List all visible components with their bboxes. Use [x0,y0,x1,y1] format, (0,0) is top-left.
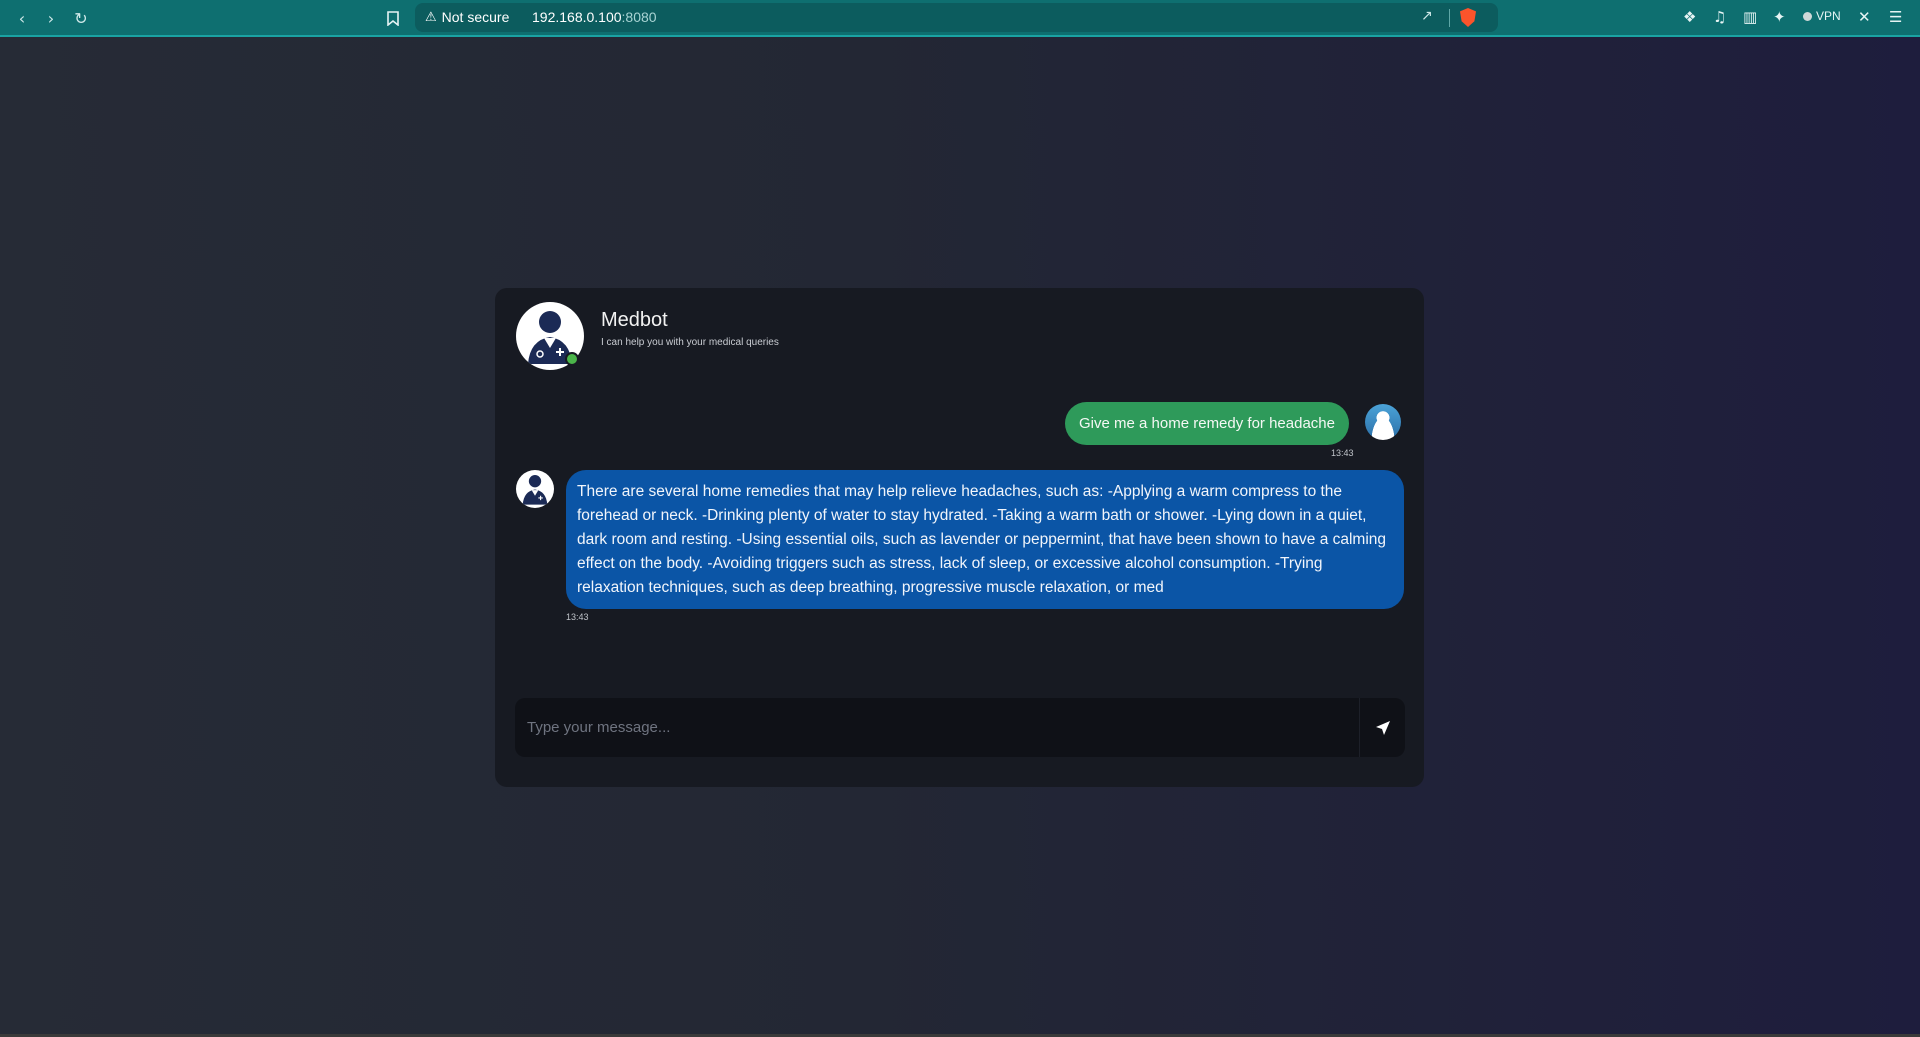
bot-message-bubble: There are several home remedies that may… [566,470,1404,609]
send-button[interactable] [1359,698,1405,757]
share-icon[interactable]: ↗ [1421,8,1433,24]
message-input[interactable] [515,698,1359,757]
message-composer [515,698,1405,757]
online-status-icon [565,352,579,366]
bot-name: Medbot [601,309,668,331]
reload-icon[interactable]: ↻ [70,7,92,29]
message-timestamp: 13:43 [566,612,589,622]
sidebar-icon[interactable]: ▥ [1743,8,1757,26]
back-icon[interactable]: ‹ [11,7,33,29]
doctor-avatar-icon [516,470,554,508]
bookmark-icon[interactable] [382,7,404,29]
chat-window: Medbot I can help you with your medical … [495,288,1424,787]
media-icon[interactable]: ♫ [1713,8,1726,26]
send-icon [1375,720,1390,735]
url-port: :8080 [621,9,657,25]
message-timestamp: 13:43 [1331,448,1354,458]
user-message-bubble: Give me a home remedy for headache [1065,402,1349,445]
wallet-icon[interactable]: ✕ [1858,8,1871,26]
url-text[interactable]: 192.168.0.100:8080 [532,9,657,25]
extensions-icon[interactable]: ❖ [1683,8,1696,26]
toolbar-divider [1449,9,1450,27]
vpn-button[interactable]: VPN [1803,9,1841,23]
bot-tagline: I can help you with your medical queries [601,337,779,348]
menu-icon[interactable]: ☰ [1889,8,1902,26]
user-avatar-icon [1365,404,1401,440]
vpn-status-icon [1803,11,1812,21]
security-label: Not secure [441,9,510,25]
browser-toolbar: ‹ › ↻ ⚠ Not secure 192.168.0.100:8080 ↗ … [0,0,1920,37]
url-host: 192.168.0.100 [532,9,622,25]
leo-ai-icon[interactable]: ✦ [1773,8,1786,26]
forward-icon[interactable]: › [40,7,62,29]
warning-icon: ⚠ [425,9,437,25]
vpn-label: VPN [1816,9,1841,23]
security-indicator[interactable]: ⚠ Not secure [425,9,509,25]
